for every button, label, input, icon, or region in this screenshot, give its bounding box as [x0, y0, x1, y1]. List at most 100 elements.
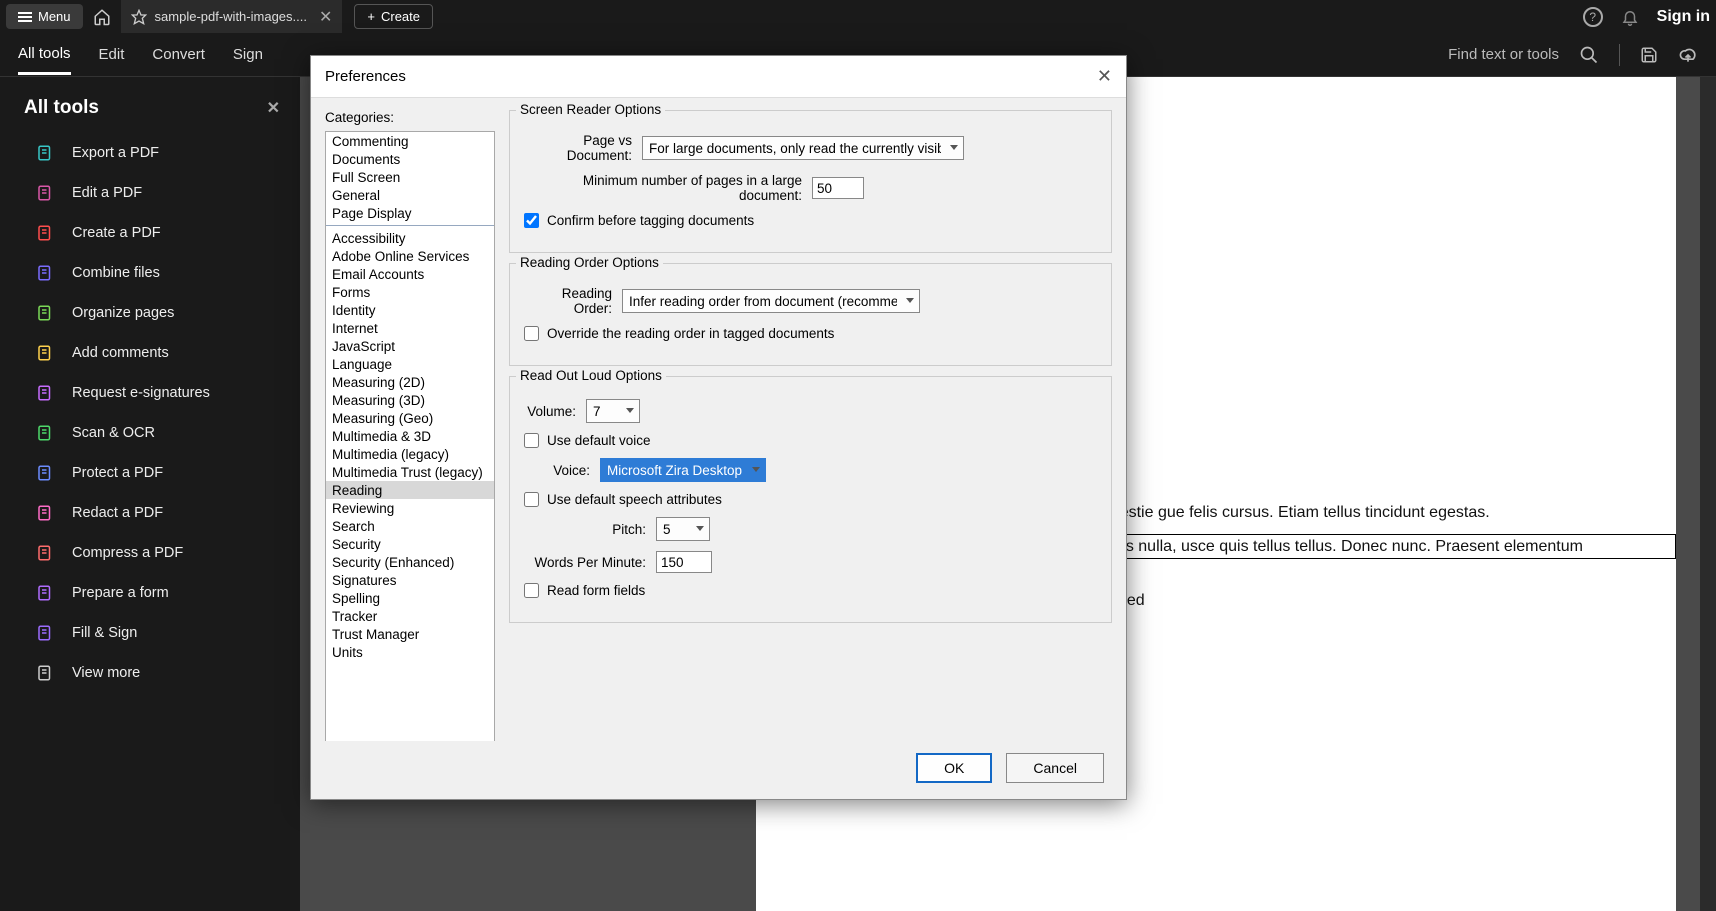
sidebar-item[interactable]: Scan & OCR — [0, 413, 300, 453]
sidebar-item[interactable]: Organize pages — [0, 293, 300, 333]
category-item[interactable]: Multimedia & 3D — [326, 427, 494, 445]
category-item[interactable]: Measuring (3D) — [326, 391, 494, 409]
category-item[interactable]: Accessibility — [326, 229, 494, 247]
sidebar-item-label: Edit a PDF — [72, 185, 142, 201]
category-item[interactable]: Measuring (2D) — [326, 373, 494, 391]
document-tab[interactable]: sample-pdf-with-images.... ✕ — [121, 0, 343, 33]
preferences-dialog: Preferences ✕ Categories: CommentingDocu… — [310, 55, 1127, 800]
use-default-voice-checkbox[interactable] — [524, 433, 539, 448]
sidebar-item[interactable]: Edit a PDF — [0, 173, 300, 213]
signin-button[interactable]: Sign in — [1657, 8, 1710, 26]
home-button[interactable] — [87, 3, 117, 31]
category-item[interactable]: Forms — [326, 283, 494, 301]
read-out-loud-group: Read Out Loud Options Volume:7 Use defau… — [509, 376, 1112, 623]
volume-select[interactable]: 7 — [586, 399, 640, 423]
sidebar-item-label: Fill & Sign — [72, 625, 137, 641]
sidebar-item[interactable]: Compress a PDF — [0, 533, 300, 573]
category-item[interactable]: Language — [326, 355, 494, 373]
tool-icon — [36, 344, 54, 362]
category-item[interactable]: Security — [326, 535, 494, 553]
override-reading-order-checkbox[interactable] — [524, 326, 539, 341]
save-icon[interactable] — [1640, 46, 1658, 64]
scrollbar[interactable] — [1700, 77, 1716, 911]
sidebar-item[interactable]: Combine files — [0, 253, 300, 293]
cancel-button[interactable]: Cancel — [1006, 753, 1104, 783]
sidebar-item[interactable]: Prepare a form — [0, 573, 300, 613]
sidebar-item[interactable]: Redact a PDF — [0, 493, 300, 533]
category-item[interactable]: Reading — [326, 481, 494, 499]
category-item[interactable]: Multimedia Trust (legacy) — [326, 463, 494, 481]
category-item[interactable]: Units — [326, 643, 494, 661]
create-button[interactable]: +Create — [354, 4, 433, 29]
sidebar-item[interactable]: View more — [0, 653, 300, 693]
voice-select[interactable]: Microsoft Zira Desktop - En — [600, 458, 766, 482]
ok-button[interactable]: OK — [916, 753, 992, 783]
tab-edit[interactable]: Edit — [99, 36, 125, 73]
category-item[interactable]: Reviewing — [326, 499, 494, 517]
tool-icon — [36, 144, 54, 162]
sidebar-item[interactable]: Create a PDF — [0, 213, 300, 253]
category-item[interactable]: Documents — [326, 150, 494, 168]
sidebar-item[interactable]: Protect a PDF — [0, 453, 300, 493]
categories-list[interactable]: CommentingDocumentsFull ScreenGeneralPag… — [325, 131, 495, 741]
dialog-close-button[interactable]: ✕ — [1097, 66, 1112, 87]
sidebar-item[interactable]: Add comments — [0, 333, 300, 373]
category-item[interactable]: Email Accounts — [326, 265, 494, 283]
min-pages-input[interactable] — [812, 177, 864, 199]
page-vs-document-select[interactable]: For large documents, only read the curre… — [642, 136, 964, 160]
category-item[interactable]: Measuring (Geo) — [326, 409, 494, 427]
category-item[interactable]: Security (Enhanced) — [326, 553, 494, 571]
category-item[interactable]: Adobe Online Services — [326, 247, 494, 265]
confirm-tagging-checkbox[interactable] — [524, 213, 539, 228]
sidebar-item-label: Redact a PDF — [72, 505, 163, 521]
sidebar-item-label: Organize pages — [72, 305, 174, 321]
sidebar-item[interactable]: Fill & Sign — [0, 613, 300, 653]
pitch-select[interactable]: 5 — [656, 517, 710, 541]
cloud-icon[interactable] — [1678, 45, 1698, 65]
plus-icon: + — [367, 9, 375, 24]
sidebar-item-label: Scan & OCR — [72, 425, 155, 441]
help-icon[interactable]: ? — [1583, 7, 1603, 27]
tool-icon — [36, 184, 54, 202]
sidebar-close-icon[interactable]: ✕ — [267, 98, 280, 118]
sidebar-item-label: Create a PDF — [72, 225, 161, 241]
category-item[interactable]: Trust Manager — [326, 625, 494, 643]
tool-icon — [36, 544, 54, 562]
tool-icon — [36, 304, 54, 322]
category-item[interactable]: Full Screen — [326, 168, 494, 186]
hamburger-icon — [18, 12, 32, 22]
category-item[interactable]: Page Display — [326, 204, 494, 222]
use-default-speech-checkbox[interactable] — [524, 492, 539, 507]
tool-icon — [36, 384, 54, 402]
tab-convert[interactable]: Convert — [152, 36, 205, 73]
tab-title: sample-pdf-with-images.... — [155, 9, 307, 24]
category-item[interactable]: Multimedia (legacy) — [326, 445, 494, 463]
tab-close-button[interactable]: ✕ — [319, 7, 332, 27]
category-item[interactable]: General — [326, 186, 494, 204]
sidebar-item-label: Prepare a form — [72, 585, 169, 601]
search-icon[interactable] — [1579, 45, 1599, 65]
category-item[interactable]: Signatures — [326, 571, 494, 589]
reading-order-select[interactable]: Infer reading order from document (recom… — [622, 289, 920, 313]
sidebar-item-label: View more — [72, 665, 140, 681]
menu-button[interactable]: Menu — [6, 4, 83, 29]
category-item[interactable]: Search — [326, 517, 494, 535]
sidebar-item-label: Protect a PDF — [72, 465, 163, 481]
tab-alltools[interactable]: All tools — [18, 35, 71, 75]
bell-icon[interactable] — [1621, 8, 1639, 26]
category-item[interactable]: Internet — [326, 319, 494, 337]
star-icon[interactable] — [131, 9, 147, 25]
category-item[interactable]: Commenting — [326, 132, 494, 150]
sidebar-item[interactable]: Export a PDF — [0, 133, 300, 173]
category-item[interactable]: Spelling — [326, 589, 494, 607]
category-item[interactable]: JavaScript — [326, 337, 494, 355]
category-item[interactable]: Tracker — [326, 607, 494, 625]
tool-icon — [36, 624, 54, 642]
sidebar-item-label: Export a PDF — [72, 145, 159, 161]
wpm-input[interactable] — [656, 551, 712, 573]
tab-sign[interactable]: Sign — [233, 36, 263, 73]
category-item[interactable]: Identity — [326, 301, 494, 319]
sidebar-item[interactable]: Request e-signatures — [0, 373, 300, 413]
tool-icon — [36, 664, 54, 682]
read-form-fields-checkbox[interactable] — [524, 583, 539, 598]
